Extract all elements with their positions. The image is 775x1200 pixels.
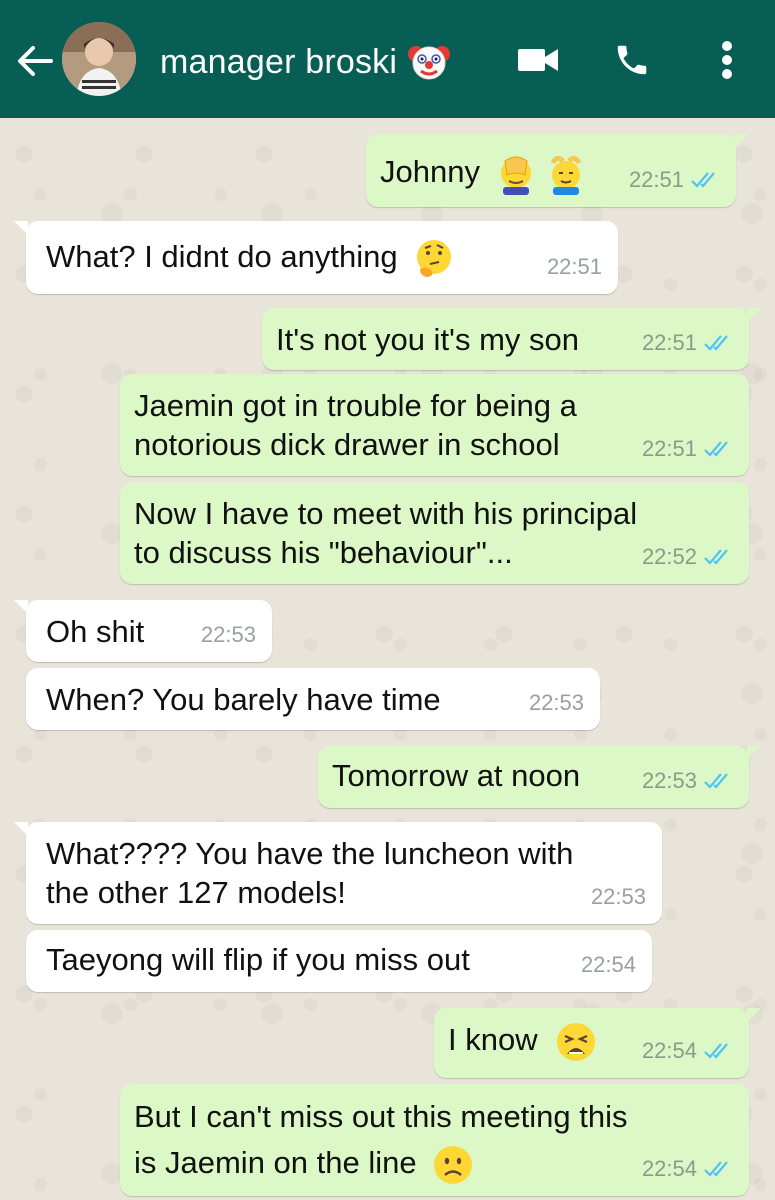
message-time: 22:53 [641,768,697,793]
video-call-button[interactable] [514,36,562,84]
back-arrow-icon [18,46,53,76]
message-meta: 22:53 [642,761,733,800]
message-time: 22:54 [641,1038,697,1063]
clown-face-icon [408,46,451,80]
message-time: 22:53 [528,690,584,715]
contact-name: manager broski [160,42,398,81]
read-receipt-icon [704,440,728,457]
message-meta: 22:53 [591,877,646,916]
avatar-image [62,22,136,96]
message-bubble-outgoing[interactable]: I know 22:54 [434,1008,761,1078]
message-bubble-outgoing[interactable]: Johnny 22:51 [366,134,748,207]
message-line: the other 127 models! [46,875,346,910]
message-text: What???? You have the luncheon with the … [46,834,573,912]
message-line: Oh shit [46,614,145,649]
back-button[interactable] [14,40,56,82]
message-meta: 22:54 [642,1031,733,1070]
message-text: It's not you it's my son [276,320,579,359]
message-line: is Jaemin on the line [134,1145,417,1180]
message-time: 22:54 [580,952,636,977]
message-text: But I can't miss out this meeting this i… [134,1094,628,1187]
message-time: 22:51 [641,436,697,461]
phone-icon [617,45,647,75]
more-options-button[interactable] [703,36,751,84]
message-meta: 22:51 [642,323,733,362]
message-time: 22:52 [641,544,697,569]
message-time: 22:51 [628,167,684,192]
thinking-face-emoji-icon [417,240,452,277]
face-massage-emoji-icon [550,155,582,195]
message-bubble-incoming[interactable]: Taeyong will flip if you miss out 22:54 [26,930,652,992]
message-line: Johnny [380,154,480,189]
message-text: Taeyong will flip if you miss out [46,940,470,979]
avatar[interactable] [62,22,136,96]
face-palm-emoji-icon [500,156,531,195]
message-meta: 22:54 [642,1149,733,1188]
read-receipt-icon [691,171,715,188]
chat-header: manager broski [0,0,775,118]
message-time: 22:53 [200,622,256,647]
message-bubble-incoming[interactable]: What? I didnt do anything 22:51 [14,221,618,294]
message-text: Johnny [380,152,587,195]
message-line: to discuss his "behaviour"... [134,535,513,570]
voice-call-button[interactable] [608,36,656,84]
frowning-face-emoji-icon [434,1145,473,1184]
message-time: 22:51 [641,330,697,355]
message-time: 22:51 [546,254,602,279]
message-text: Tomorrow at noon [332,756,580,795]
read-receipt-icon [704,334,728,351]
message-line: When? You barely have time [46,682,441,717]
message-bubble-outgoing[interactable]: Jaemin got in trouble for being a notori… [120,374,749,476]
message-bubble-outgoing[interactable]: But I can't miss out this meeting this i… [120,1084,749,1196]
message-meta: 22:53 [529,683,584,722]
message-text: What? I didnt do anything [46,237,456,281]
message-line: Jaemin got in trouble for being a [134,388,577,423]
chat-title[interactable]: manager broski [160,40,451,84]
read-receipt-icon [704,548,728,565]
message-line: But I can't miss out this meeting this [134,1099,628,1134]
message-time: 22:54 [641,1156,697,1181]
message-meta: 22:53 [201,615,256,654]
message-line: It's not you it's my son [276,322,580,357]
message-meta: 22:52 [642,537,733,576]
message-text: Oh shit [46,612,144,651]
read-receipt-icon [704,1160,728,1177]
message-text: When? You barely have time [46,680,441,719]
message-line: What? I didnt do anything [46,239,398,275]
message-line: Taeyong will flip if you miss out [46,942,470,977]
message-bubble-outgoing[interactable]: Now I have to meet with his principal to… [120,482,749,584]
message-bubble-outgoing[interactable]: Tomorrow at noon 22:53 [318,746,761,808]
message-line: Now I have to meet with his principal [134,496,638,531]
message-text: Jaemin got in trouble for being a notori… [134,386,577,464]
message-line: Tomorrow at noon [332,758,581,793]
message-line: I know [448,1022,538,1058]
message-bubble-incoming[interactable]: When? You barely have time 22:53 [26,668,600,730]
message-bubble-incoming[interactable]: Oh shit 22:53 [14,600,272,662]
message-list[interactable]: Johnny 22:51 What? I didnt do anything 2… [0,118,775,1200]
more-vert-icon [722,41,732,79]
video-call-icon [518,49,558,71]
message-meta: 22:51 [547,247,602,286]
message-meta: 22:51 [629,160,720,199]
message-line: notorious dick drawer in school [134,427,560,462]
message-line: What???? You have the luncheon with [46,836,574,871]
message-text: Now I have to meet with his principal to… [134,494,637,572]
read-receipt-icon [704,1042,728,1059]
message-bubble-incoming[interactable]: What???? You have the luncheon with the … [14,822,662,924]
message-time: 22:53 [590,884,646,909]
message-meta: 22:51 [642,429,733,468]
tired-face-emoji-icon [557,1023,596,1061]
read-receipt-icon [704,772,728,789]
message-bubble-outgoing[interactable]: It's not you it's my son 22:51 [262,308,761,370]
message-text: I know [448,1020,598,1064]
message-meta: 22:54 [581,945,636,984]
